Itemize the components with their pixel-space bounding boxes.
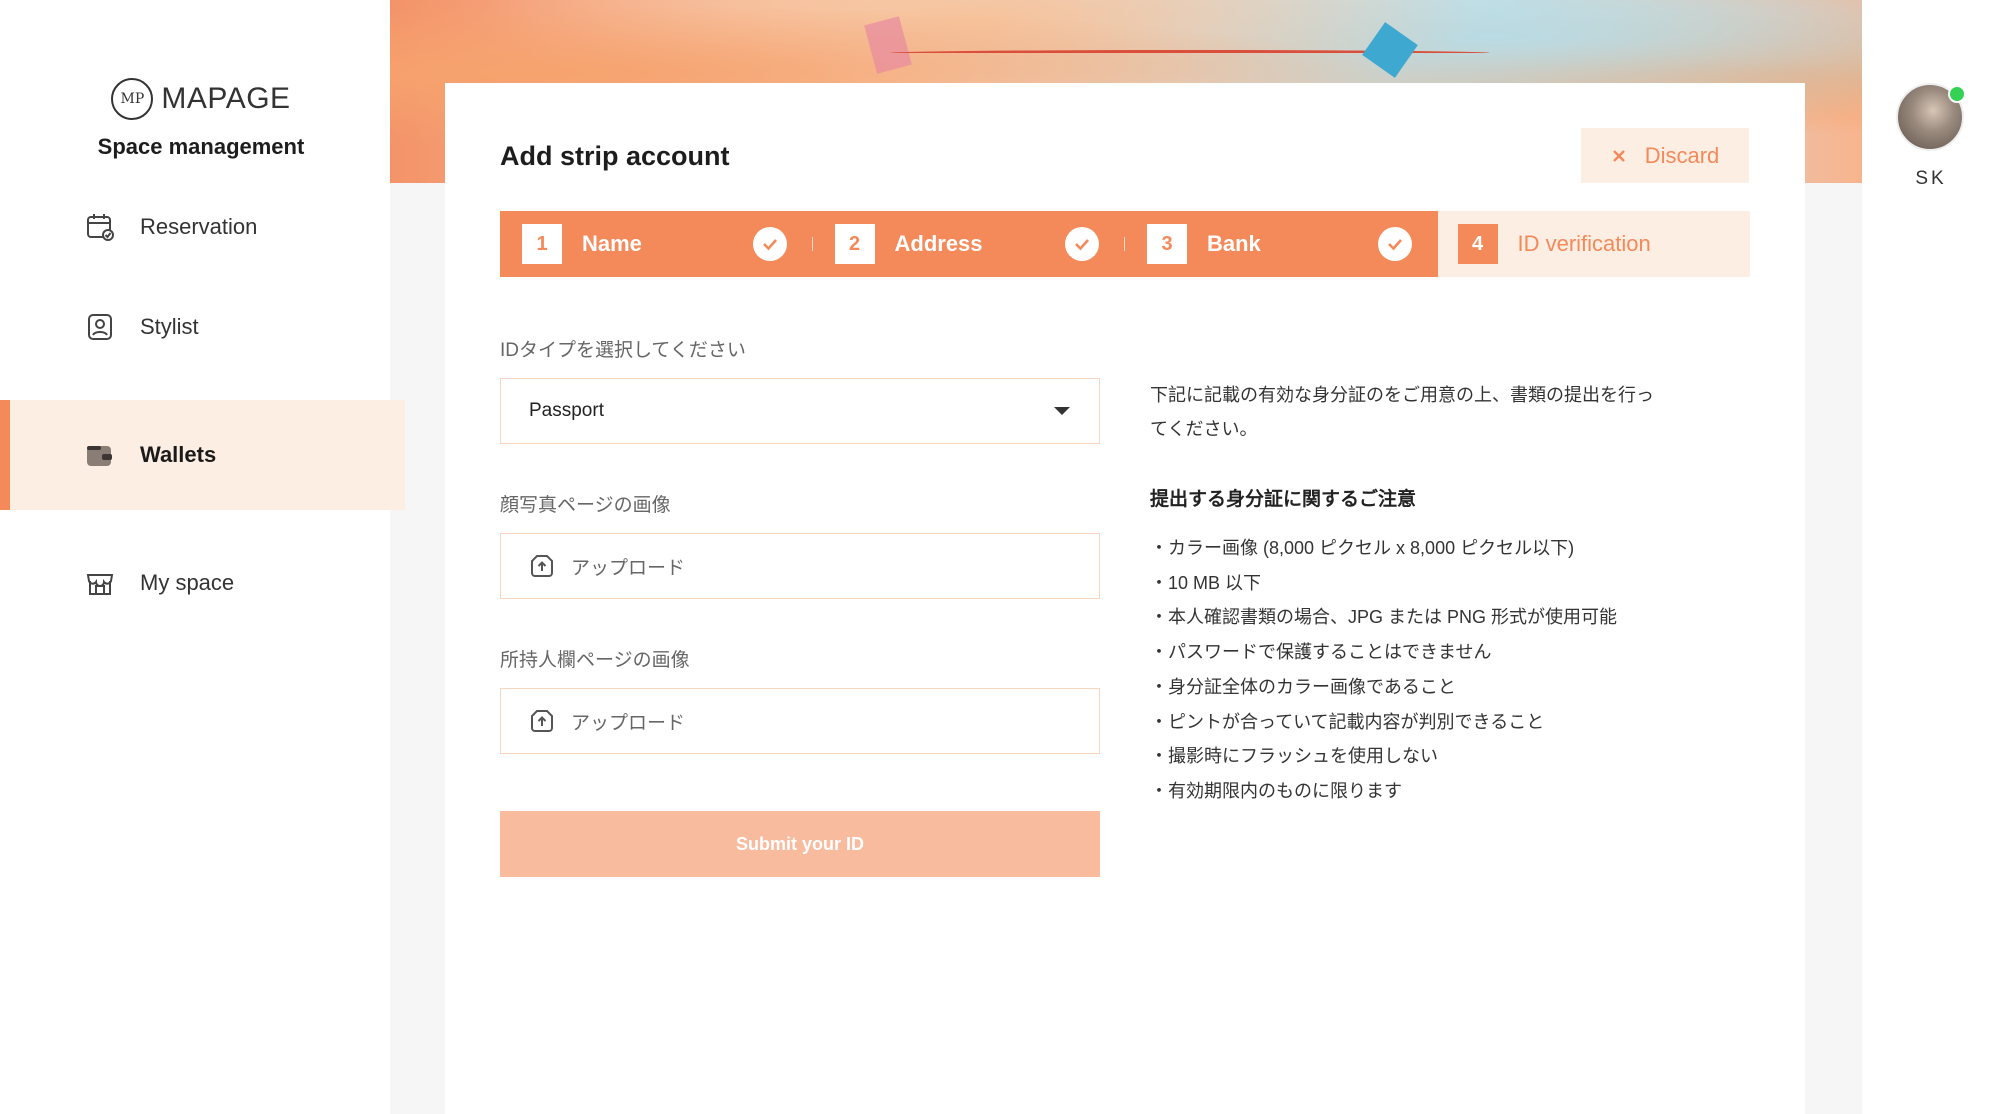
step-label: Address: [894, 231, 983, 256]
submit-id-button[interactable]: Submit your ID: [500, 811, 1100, 877]
list-item: 撮影時にフラッシュを使用しない: [1150, 739, 1670, 774]
step-address[interactable]: 2 Address: [812, 211, 1125, 277]
id-type-select[interactable]: Passport: [500, 378, 1100, 444]
discard-button[interactable]: Discard: [1581, 128, 1749, 183]
page-title: Add strip account: [500, 141, 730, 171]
sidebar-item-label: Reservation: [140, 214, 258, 239]
sidebar-item-reservation[interactable]: Reservation: [0, 172, 405, 282]
sidebar-item-stylist[interactable]: Stylist: [0, 272, 405, 382]
sidebar-item-label: Stylist: [140, 314, 199, 339]
upload-label: アップロード: [571, 712, 686, 734]
list-item: カラー画像 (8,000 ピクセル x 8,000 ピクセル以下): [1150, 531, 1670, 566]
photo-page-upload[interactable]: アップロード: [500, 533, 1100, 599]
list-item: 本人確認書類の場合、JPG または PNG 形式が使用可能: [1150, 600, 1670, 635]
stylist-badge-icon: [88, 314, 112, 340]
user-menu[interactable]: [1896, 83, 1966, 153]
step-name[interactable]: 1 Name: [500, 211, 813, 277]
wallet-icon: [87, 446, 112, 466]
brand: MP MAPAGE Space management: [0, 78, 402, 160]
id-requirements: 下記に記載の有効な身分証のをご用意の上、書類の提出を行ってください。 提出する身…: [1150, 378, 1670, 809]
close-icon: [1612, 149, 1625, 162]
add-account-card: Add strip account Discard 1 Name 2 Addre…: [445, 83, 1805, 1114]
logo-mark-icon: MP: [111, 78, 154, 120]
info-heading: 提出する身分証に関するご注意: [1150, 489, 1417, 510]
user-initials: SK: [1915, 168, 1947, 189]
progress-stepper: 1 Name 2 Address 3 Bank 4 ID verificatio…: [500, 211, 1750, 277]
requirements-list: カラー画像 (8,000 ピクセル x 8,000 ピクセル以下) 10 MB …: [1150, 531, 1670, 809]
upload-label: アップロード: [571, 557, 686, 579]
photo-page-label: 顔写真ページの画像: [500, 495, 671, 516]
sidebar-item-label: My space: [140, 570, 235, 595]
check-icon: [752, 227, 787, 261]
app-subtitle: Space management: [97, 134, 305, 159]
calendar-icon: [87, 214, 114, 241]
caret-down-icon: [1054, 407, 1070, 415]
step-bank[interactable]: 3 Bank: [1125, 211, 1438, 277]
step-number: 1: [522, 224, 562, 264]
step-number: 4: [1457, 224, 1498, 264]
sidebar: MP MAPAGE Space management Reservation S…: [0, 0, 405, 1114]
logo[interactable]: MP MAPAGE: [111, 78, 290, 120]
check-icon: [1065, 227, 1099, 261]
upload-file-icon: [531, 555, 553, 577]
check-icon: [1377, 227, 1412, 261]
step-number: 2: [834, 224, 875, 264]
list-item: 有効期限内のものに限ります: [1150, 774, 1670, 809]
id-type-label: IDタイプを選択してください: [500, 340, 746, 361]
id-type-value: Passport: [529, 400, 604, 421]
list-item: パスワードで保護することはできません: [1150, 635, 1670, 670]
holder-page-label: 所持人欄ページの画像: [500, 650, 690, 671]
list-item: 身分証全体のカラー画像であること: [1150, 670, 1670, 705]
step-label: Bank: [1207, 231, 1261, 256]
logo-text: MAPAGE: [161, 82, 291, 115]
step-number: 3: [1147, 224, 1187, 264]
step-id-verification[interactable]: 4 ID verification: [1437, 211, 1750, 277]
list-item: ピントが合っていて記載内容が判別できること: [1150, 705, 1670, 740]
upload-file-icon: [531, 710, 553, 732]
info-intro: 下記に記載の有効な身分証のをご用意の上、書類の提出を行ってください。: [1150, 385, 1654, 439]
holder-page-upload[interactable]: アップロード: [500, 688, 1100, 754]
list-item: 10 MB 以下: [1150, 566, 1670, 601]
discard-label: Discard: [1644, 142, 1720, 168]
step-label: Name: [582, 231, 642, 256]
store-icon: [86, 574, 114, 595]
sidebar-item-label: Wallets: [140, 442, 217, 467]
step-label: ID verification: [1517, 231, 1651, 256]
online-status-indicator: [1948, 85, 1966, 103]
sidebar-item-my-space[interactable]: My space: [0, 528, 405, 638]
sidebar-item-wallets[interactable]: Wallets: [0, 400, 405, 510]
